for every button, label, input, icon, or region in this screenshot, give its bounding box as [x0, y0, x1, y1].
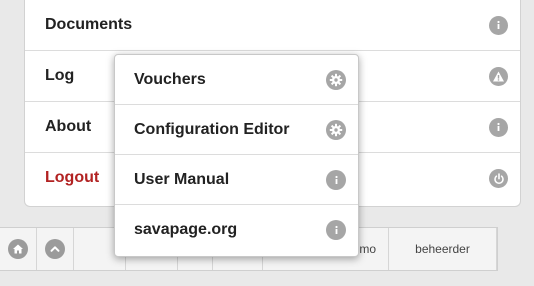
- popup-item-configuration-editor[interactable]: Configuration Editor: [115, 105, 358, 155]
- gear-icon: [326, 120, 346, 140]
- chevron-up-icon: [45, 239, 65, 259]
- menu-item-label: Log: [45, 67, 75, 84]
- popup-item-user-manual[interactable]: User Manual: [115, 155, 358, 205]
- warning-icon: [489, 67, 508, 86]
- menu-item-label: Documents: [45, 16, 133, 33]
- popup-item-vouchers[interactable]: Vouchers: [115, 55, 358, 105]
- scroll-up-button[interactable]: [37, 228, 74, 270]
- menu-item-documents[interactable]: Documents: [25, 0, 520, 51]
- menu-item-label: About: [45, 118, 92, 135]
- gear-icon: [326, 70, 346, 90]
- power-icon: [489, 169, 508, 188]
- popup-item-label: User Manual: [134, 171, 230, 188]
- info-icon: [326, 220, 346, 240]
- home-icon: [8, 239, 28, 259]
- popup-item-savapage-org[interactable]: savapage.org: [115, 205, 358, 255]
- info-icon: [326, 170, 346, 190]
- role-label[interactable]: beheerder: [389, 228, 497, 270]
- menu-item-label: Logout: [45, 169, 100, 186]
- popup-item-label: Vouchers: [134, 71, 206, 88]
- info-icon: [489, 16, 508, 35]
- popup-item-label: Configuration Editor: [134, 121, 290, 138]
- popup-menu: Vouchers Configuration Editor User Manua…: [114, 54, 359, 257]
- popup-item-label: savapage.org: [134, 221, 238, 238]
- home-button[interactable]: [0, 228, 37, 270]
- info-icon: [489, 118, 508, 137]
